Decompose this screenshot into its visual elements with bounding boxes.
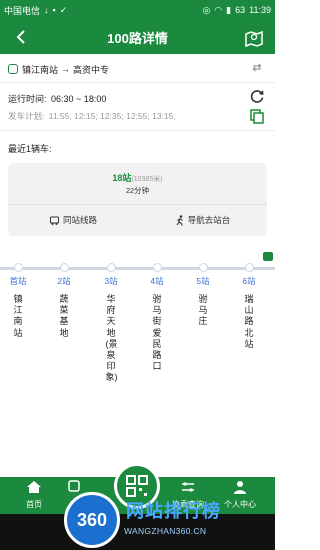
status-bar: 中国电信 ↓ ▪ ✓ ◎ ◠ ▮ 63 11:39: [0, 0, 275, 20]
stop-item[interactable]: 3站 华府天地(景泉印象): [96, 263, 126, 384]
run-time-label: 运行时间:: [8, 94, 47, 104]
map-button[interactable]: [243, 26, 265, 48]
timetable-button[interactable]: [249, 108, 265, 124]
distance: (10385米): [131, 176, 163, 183]
stop-item[interactable]: 首站 镇江南站: [3, 263, 33, 339]
bus-icon: [68, 480, 80, 492]
user-icon: [234, 481, 246, 494]
route-stops: 首站 镇江南站 2站 蔬菜基地 3站 华府天地(景泉印象) 4站 驸马街爱民路口…: [0, 248, 275, 478]
divider: [0, 130, 275, 131]
download-icon: ↓: [44, 5, 49, 15]
run-time: 运行时间: 06:30 ~ 18:00: [8, 92, 106, 105]
walking-icon: [176, 214, 183, 226]
qr-code-icon: [126, 475, 148, 497]
same-station-lines-button[interactable]: 同站线路: [8, 207, 138, 233]
refresh-button[interactable]: [249, 88, 265, 104]
stop-name: 镇江南站: [13, 294, 23, 338]
transfer-icon: [182, 482, 194, 492]
bus-icon: [8, 64, 18, 74]
copy-icon: [250, 109, 264, 124]
eta-minutes: 22分钟: [125, 186, 150, 195]
departure-plan: 发车计划: 11:55; 12:15; 12:35; 12:55; 13:15;: [8, 110, 176, 122]
stop-number: 2站: [57, 276, 71, 286]
tab-home[interactable]: 首页: [14, 480, 54, 510]
stop-name: 蔬菜基地: [59, 294, 69, 338]
stop-dot: [106, 263, 116, 272]
stops-away: 18站(10385米): [8, 171, 267, 184]
navigate-label: 导航去站台: [187, 215, 231, 225]
stop-dot: [152, 263, 162, 272]
map-pin-icon: [245, 30, 263, 48]
back-button[interactable]: [10, 26, 32, 48]
stop-name: 瑞山路北站: [244, 294, 254, 349]
refresh-icon: [250, 90, 264, 103]
stop-number: 首站: [9, 276, 27, 286]
tab-home-label: 首页: [26, 500, 42, 509]
chevron-left-icon: [16, 30, 25, 44]
clock: 11:39: [249, 5, 271, 15]
bus-marker-icon: [263, 252, 273, 261]
stop-item[interactable]: 2站 蔬菜基地: [49, 263, 79, 339]
nearest-bus-card: 18站(10385米) 22分钟 同站线路 导航去站台: [8, 163, 267, 236]
stop-dot: [198, 263, 208, 272]
same-station-lines-label: 同站线路: [62, 215, 97, 225]
check-icon: ✓: [59, 4, 68, 15]
divider: [0, 82, 275, 83]
route-arrow: →: [61, 64, 71, 74]
stop-dot: [13, 263, 23, 272]
watermark-badge: 360: [64, 492, 120, 548]
stop-item[interactable]: 4站 驸马街爱民路口: [142, 263, 172, 372]
stop-item[interactable]: 5站 驸马庄: [188, 263, 218, 328]
stop-number: 6站: [242, 276, 256, 286]
carrier-label: 中国电信: [4, 5, 41, 16]
stop-item[interactable]: 6站 瑞山路北站: [234, 263, 264, 350]
swap-direction-button[interactable]: ⇄: [249, 61, 265, 77]
route-from: 镇江南站: [22, 64, 59, 75]
title-bar: 100路详情: [0, 20, 275, 54]
battery-level: 63: [235, 5, 246, 15]
route-direction: 镇江南站 → 高资中专 ⇄: [8, 60, 267, 78]
home-icon: [27, 481, 41, 493]
location-icon: ◎: [202, 4, 211, 15]
bus-stop-icon: [49, 216, 59, 225]
watermark-name: 网站排行榜: [126, 501, 221, 521]
notification-icon: ▪: [52, 5, 56, 15]
run-time-value: 06:30 ~ 18:00: [51, 94, 107, 104]
stop-number: 3站: [104, 276, 118, 286]
nearest-label: 最近1辆车:: [8, 144, 52, 154]
stop-name: 华府天地(景泉印象): [105, 294, 118, 383]
plan-label: 发车计划:: [8, 111, 45, 121]
stop-name: 驸马庄: [198, 294, 208, 327]
card-divider: [8, 204, 267, 205]
stop-dot: [244, 263, 254, 272]
wifi-icon: ◠: [214, 4, 223, 15]
route-to: 高资中专: [73, 64, 110, 75]
navigate-button[interactable]: 导航去站台: [138, 207, 267, 233]
page-title: 100路详情: [107, 30, 168, 46]
watermark-url: WANGZHAN360.CN: [124, 526, 207, 536]
stops-count: 18站: [112, 173, 132, 183]
tab-profile[interactable]: 个人中心: [220, 480, 260, 510]
stop-number: 4站: [150, 276, 164, 286]
stop-number: 5站: [196, 276, 210, 286]
stop-name: 驸马街爱民路口: [152, 294, 162, 372]
signal-icon: ▮: [226, 4, 232, 15]
tab-profile-label: 个人中心: [224, 500, 256, 509]
stop-dot: [59, 263, 69, 272]
plan-value: 11:55; 12:15; 12:35; 12:55; 13:15;: [48, 111, 176, 121]
